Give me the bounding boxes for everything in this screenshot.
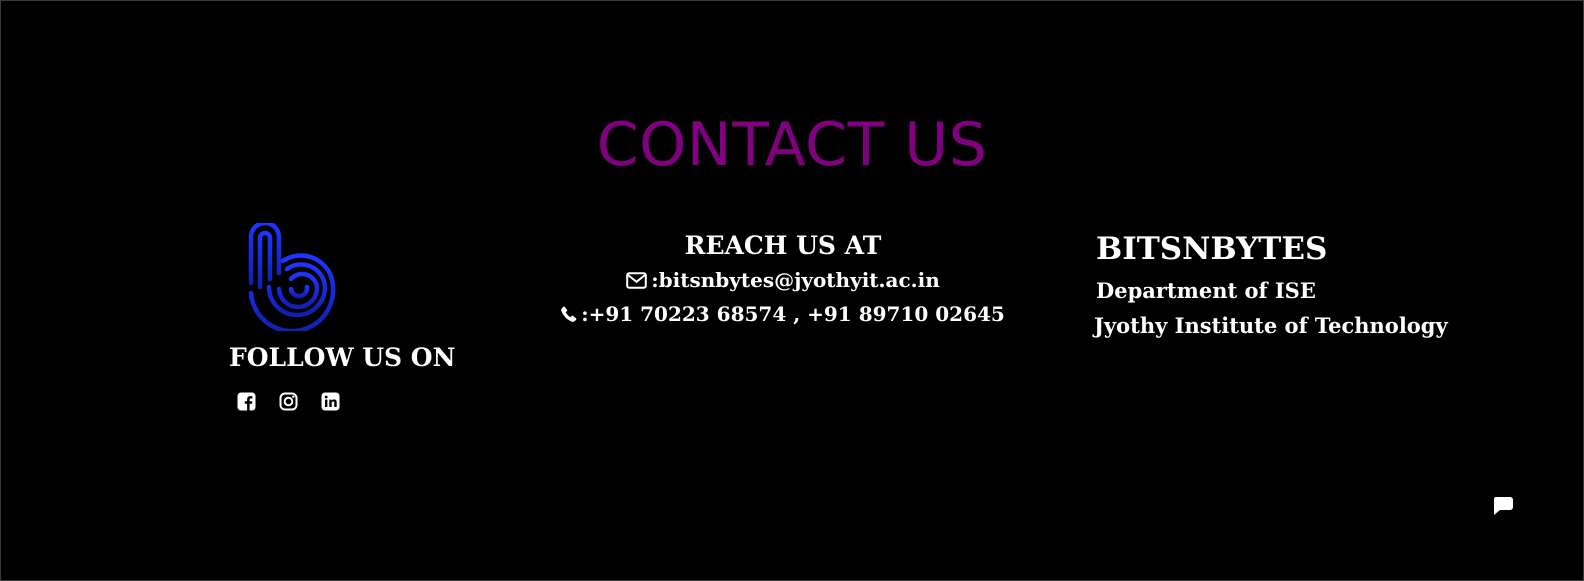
reach-heading: REACH US AT bbox=[684, 231, 882, 260]
chat-button[interactable] bbox=[1482, 489, 1524, 523]
envelope-icon bbox=[626, 271, 648, 289]
instagram-icon[interactable] bbox=[279, 392, 298, 411]
phone-icon bbox=[561, 306, 577, 322]
linkedin-icon[interactable] bbox=[321, 392, 340, 411]
reach-us-block: REACH US AT :bitsnbytes@jyothyit.ac.in :… bbox=[561, 229, 1005, 331]
brand-block: BITSNBYTES Department of ISE Jyothy Inst… bbox=[1094, 229, 1448, 343]
institute-text: Jyothy Institute of Technology bbox=[1094, 313, 1448, 338]
contact-title: CONTACT US bbox=[596, 110, 988, 180]
follow-heading: FOLLOW US ON bbox=[229, 343, 456, 372]
phone-line: :+91 70223 68574 , +91 89710 02645 bbox=[561, 297, 1005, 331]
facebook-icon[interactable] bbox=[237, 392, 256, 411]
social-links bbox=[237, 392, 340, 411]
email-address[interactable]: :bitsnbytes@jyothyit.ac.in bbox=[651, 263, 939, 297]
contact-section: CONTACT US FOLLOW US ON REACH US AT:bit… bbox=[0, 0, 1584, 581]
bitsnbytes-logo bbox=[248, 223, 336, 331]
email-line: :bitsnbytes@jyothyit.ac.in bbox=[583, 263, 983, 297]
phone-numbers[interactable]: :+91 70223 68574 , +91 89710 02645 bbox=[581, 297, 1005, 331]
department-text: Department of ISE bbox=[1096, 278, 1316, 303]
brand-name: BITSNBYTES bbox=[1096, 231, 1328, 267]
chat-icon bbox=[1494, 497, 1513, 515]
